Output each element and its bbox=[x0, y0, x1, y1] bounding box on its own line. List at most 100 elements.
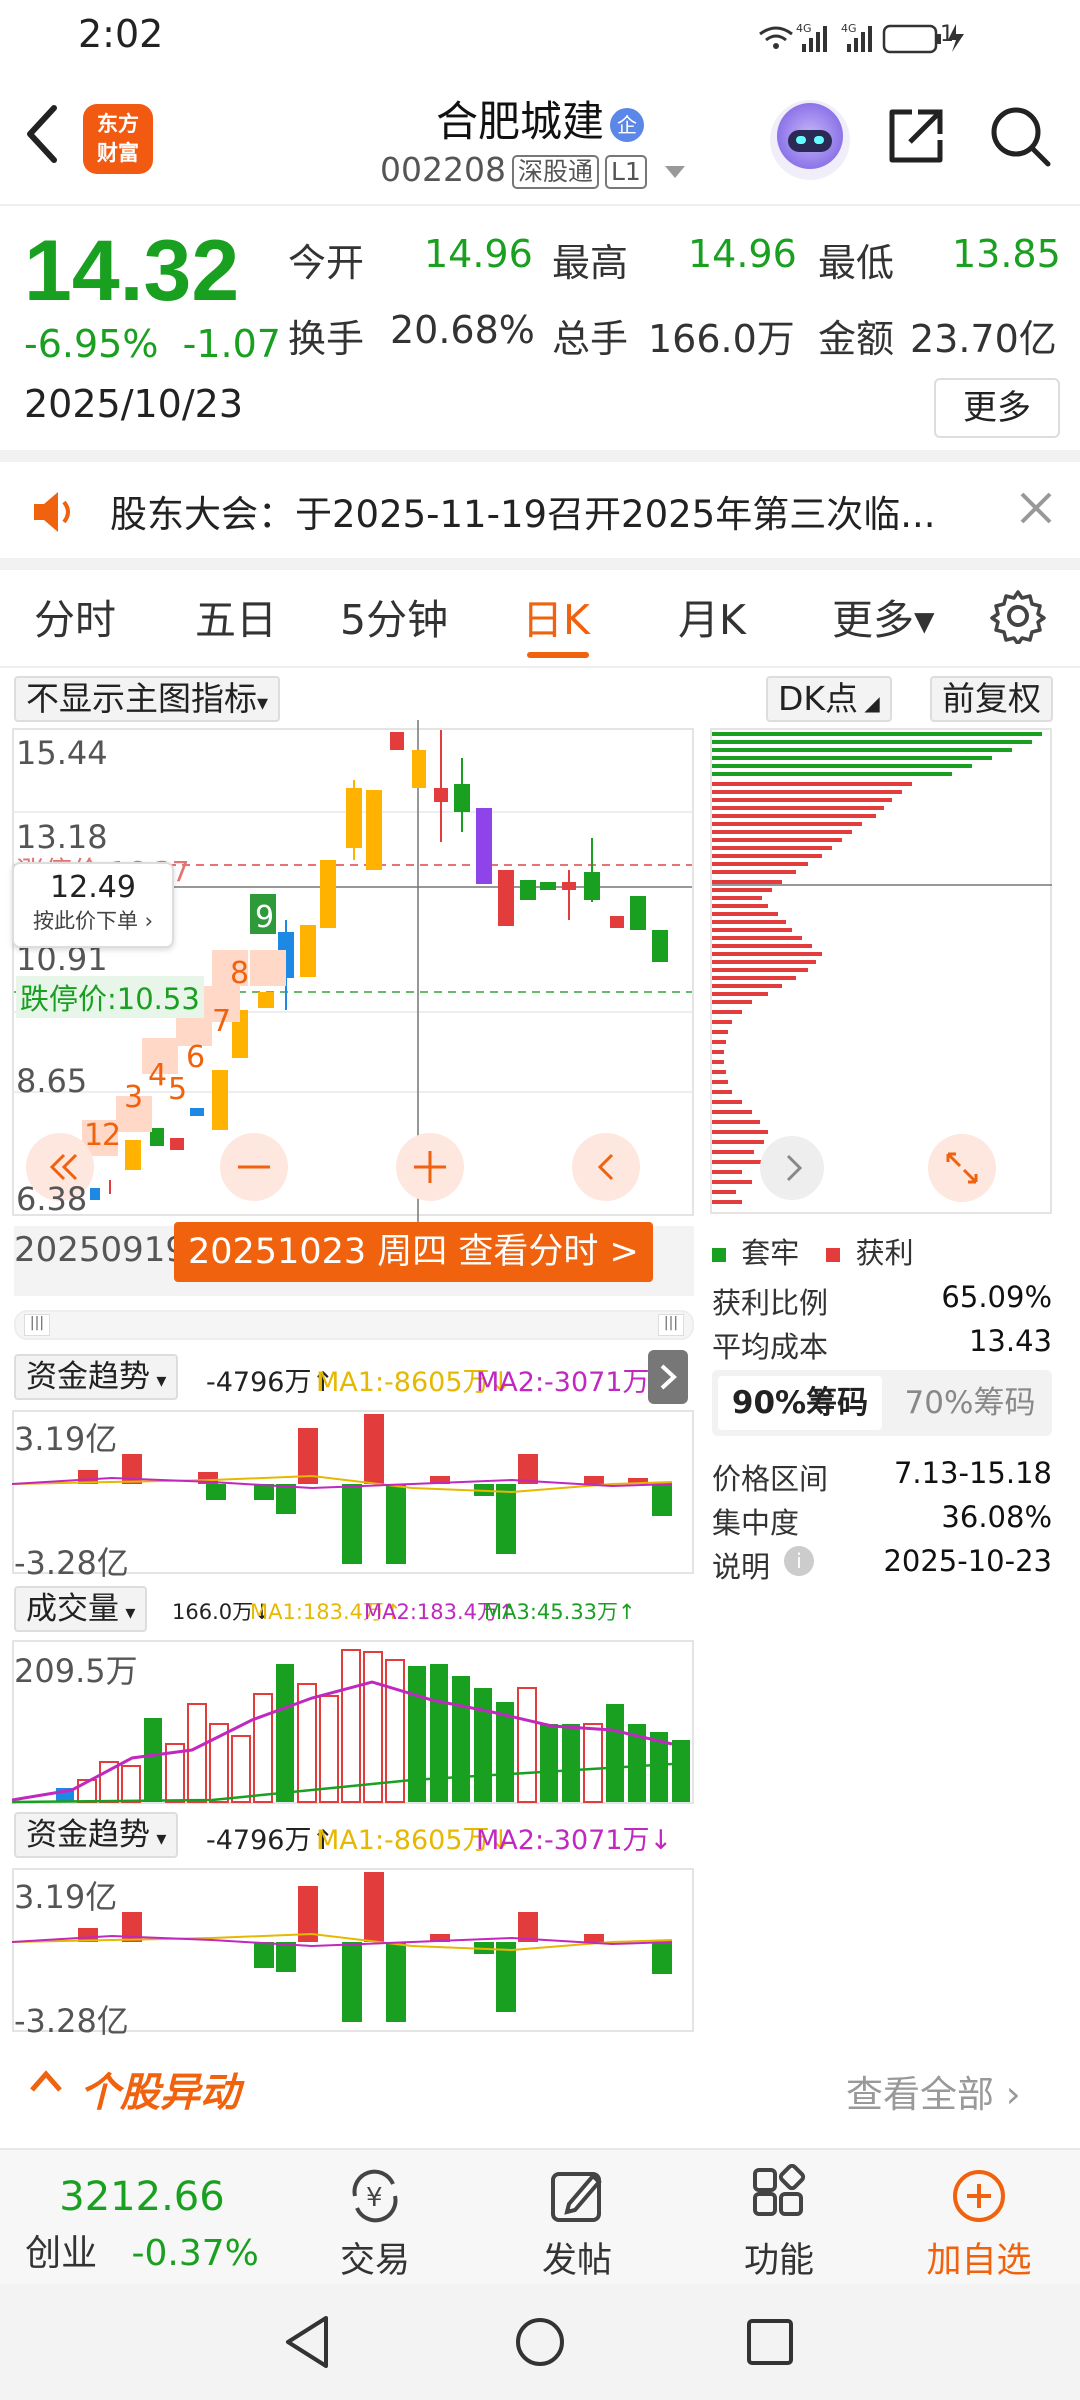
volume-top-label: 209.5万 bbox=[14, 1652, 138, 1690]
high-label: 最高 bbox=[552, 241, 629, 285]
fund-trend-select-2[interactable]: 资金趋势 ▾ bbox=[14, 1812, 179, 1858]
share-icon[interactable] bbox=[884, 104, 948, 168]
svg-text:4G: 4G bbox=[841, 22, 857, 35]
bar bbox=[652, 1484, 672, 1516]
function-label: 功能 bbox=[743, 2241, 814, 2281]
tab-chip-90[interactable]: 90%筹码 bbox=[718, 1376, 882, 1430]
adjust-button[interactable]: 前复权 bbox=[930, 676, 1053, 722]
marker-2: 2 bbox=[102, 1118, 122, 1153]
tab-five-day[interactable]: 五日 bbox=[195, 586, 277, 646]
bar bbox=[342, 1484, 362, 1564]
fund-trend-bottom-label-2: -3.28亿 bbox=[14, 2002, 129, 2040]
connect-tag: 深股通 bbox=[511, 154, 599, 189]
info-icon[interactable]: i bbox=[784, 1546, 814, 1576]
quote-date: 2025/10/23 bbox=[24, 382, 244, 426]
price-label-bottom: 6.38 bbox=[16, 1180, 88, 1218]
concentration-label: 集中度 bbox=[712, 1506, 800, 1540]
candle bbox=[212, 1070, 228, 1130]
candle bbox=[610, 916, 624, 928]
fund-trend-ma2: MA2:-3071万↓ bbox=[476, 1367, 673, 1398]
header-divider bbox=[0, 204, 1080, 206]
avg-cost-label: 平均成本 bbox=[712, 1330, 829, 1364]
fund-trend-select[interactable]: 资金趋势 ▾ bbox=[14, 1354, 179, 1400]
bar bbox=[276, 1664, 294, 1802]
nav-function[interactable]: 功能 bbox=[714, 2150, 844, 2283]
notice-bar[interactable]: 股东大会：于2025-11-19召开2025年第三次临... bbox=[0, 462, 1080, 562]
nav-trade[interactable]: ¥ 交易 bbox=[310, 2150, 440, 2283]
level-tag: L1 bbox=[605, 154, 647, 189]
notice-text: 股东大会：于2025-11-19召开2025年第三次临... bbox=[110, 493, 936, 536]
tab-daily-k[interactable]: 日K bbox=[522, 586, 590, 646]
gear-icon[interactable] bbox=[990, 588, 1046, 654]
low-value: 13.85 bbox=[952, 232, 1061, 276]
caret-down-icon: ▾ bbox=[119, 1600, 136, 1624]
bar bbox=[584, 1476, 604, 1484]
nav-recents-icon[interactable] bbox=[744, 2316, 796, 2372]
bar bbox=[253, 1693, 273, 1803]
bar bbox=[517, 1687, 537, 1803]
marker-4: 4 bbox=[148, 1058, 168, 1093]
enterprise-badge: 企 bbox=[610, 107, 644, 142]
tab-monthly-k[interactable]: 月K bbox=[678, 586, 746, 646]
anomaly-title: 个股异动 bbox=[80, 2070, 240, 2116]
view-timeshare-button[interactable]: 20251023 周四 查看分时 > bbox=[174, 1222, 653, 1282]
price-change: -6.95% -1.07 bbox=[24, 322, 281, 366]
price-label-4: 8.65 bbox=[16, 1062, 88, 1100]
open-label: 今开 bbox=[288, 241, 365, 285]
cursor-price: 12.49 bbox=[50, 870, 136, 905]
bar bbox=[319, 1695, 339, 1803]
note-date: 2025-10-23 bbox=[883, 1544, 1052, 1578]
bar bbox=[452, 1676, 470, 1802]
candle bbox=[498, 870, 514, 926]
marker-6: 6 bbox=[186, 1040, 206, 1075]
tab-more[interactable]: 更多▾ bbox=[832, 586, 935, 646]
dk-point-button[interactable]: DK点 ◢ bbox=[766, 676, 892, 722]
legend-swatch-profit bbox=[826, 1248, 841, 1262]
search-icon[interactable] bbox=[988, 104, 1052, 168]
legend-trap: 套牢 bbox=[741, 1236, 800, 1270]
tab-chip-70[interactable]: 70%筹码 bbox=[888, 1376, 1052, 1430]
marker-9: 9 bbox=[255, 900, 275, 935]
open-value: 14.96 bbox=[424, 232, 533, 276]
nav-back-icon[interactable] bbox=[282, 2314, 332, 2374]
nav-post[interactable]: 发帖 bbox=[512, 2150, 642, 2283]
index-name: 创业 bbox=[25, 2233, 98, 2274]
fund-trend-ma2-2: MA2:-3071万↓ bbox=[476, 1825, 673, 1856]
grid-icon bbox=[714, 2163, 844, 2232]
marker-box bbox=[250, 950, 286, 986]
range-handle-right[interactable]: ||| bbox=[658, 1314, 684, 1336]
collapse-chevron-icon[interactable] bbox=[28, 2066, 64, 2098]
nav-home-icon[interactable] bbox=[512, 2314, 568, 2374]
candle bbox=[300, 925, 316, 977]
range-scrollbar[interactable]: ||| ||| bbox=[14, 1310, 694, 1340]
fund-trend-label-2: 资金趋势 bbox=[26, 1817, 150, 1853]
more-quote-button[interactable]: 更多 bbox=[934, 378, 1060, 438]
range-handle-left[interactable]: ||| bbox=[24, 1314, 50, 1336]
amount-label: 金额 bbox=[818, 317, 895, 361]
main-indicator-label: 不显示主图指标 bbox=[26, 679, 257, 718]
nav-add-watchlist[interactable]: 加自选 bbox=[914, 2150, 1044, 2283]
assistant-robot-icon[interactable] bbox=[770, 100, 850, 180]
tab-5min[interactable]: 5分钟 bbox=[340, 586, 448, 646]
turnover-label: 换手 bbox=[288, 317, 365, 361]
expand-panel-button[interactable] bbox=[648, 1350, 688, 1404]
status-time: 2:02 bbox=[78, 12, 164, 56]
bar bbox=[386, 1942, 406, 2022]
bar bbox=[206, 1484, 226, 1500]
fund-trend-value: -4796万↑ bbox=[206, 1367, 335, 1398]
trade-icon: ¥ bbox=[310, 2164, 440, 2232]
battery-level: 1 bbox=[940, 22, 954, 47]
candle bbox=[125, 1140, 141, 1170]
order-at-price-bubble[interactable]: 12.49 按此价下单 › bbox=[12, 862, 174, 948]
stock-code-row[interactable]: 002208 深股通 L1 bbox=[380, 150, 686, 189]
legend-swatch-trap bbox=[712, 1248, 726, 1262]
bar bbox=[496, 1942, 516, 2012]
volume-select[interactable]: 成交量 ▾ bbox=[14, 1586, 148, 1632]
close-icon[interactable] bbox=[1018, 490, 1054, 530]
nav-index[interactable]: 3212.66 创业 -0.37% bbox=[22, 2150, 262, 2276]
view-all-link[interactable]: 查看全部 › bbox=[846, 2064, 1021, 2118]
fund-trend-top-label: 3.19亿 bbox=[14, 1420, 118, 1458]
chip-percent-tabs: 90%筹码 70%筹码 bbox=[712, 1370, 1052, 1436]
main-indicator-select[interactable]: 不显示主图指标▾ bbox=[14, 676, 281, 722]
tab-timeshare[interactable]: 分时 bbox=[34, 586, 116, 646]
